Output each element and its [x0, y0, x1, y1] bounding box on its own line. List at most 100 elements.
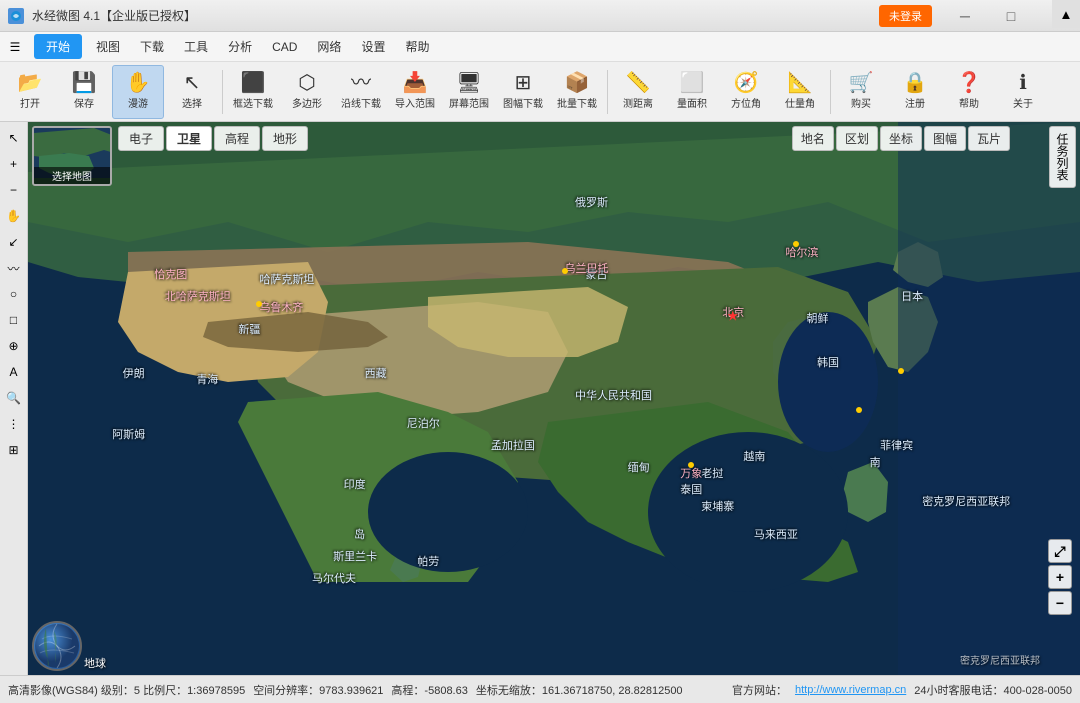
left-tool-12[interactable]: ⋮: [2, 412, 26, 436]
tool-pan[interactable]: ✋ 漫游: [112, 65, 164, 119]
city-dot-okinawa: [856, 407, 862, 413]
left-tool-8[interactable]: □: [2, 308, 26, 332]
mini-map[interactable]: 选择地图: [32, 126, 112, 186]
tool-box-download[interactable]: ⬛ 框选下载: [227, 65, 279, 119]
measure-area-icon: ⬜: [680, 73, 705, 93]
tab-district[interactable]: 区划: [836, 126, 878, 151]
screen-range-icon: 🖥: [456, 73, 481, 93]
map-type-tabs: 电子 卫星 高程 地形: [118, 126, 800, 151]
menu-tools[interactable]: 工具: [174, 34, 218, 59]
toolbar: 📂 打开 💾 保存 ✋ 漫游 ↖ 选择 ⬛ 框选下载 ⬡ 多边形 〰 沿线下载 …: [0, 62, 1080, 122]
tool-screen-label: 屏幕范围: [449, 95, 489, 110]
status-website-label: 官方网站：: [732, 682, 787, 698]
menu-settings[interactable]: 设置: [351, 34, 395, 59]
select-icon: ↖: [184, 73, 201, 93]
left-tool-4[interactable]: ✋: [2, 204, 26, 228]
globe-label: 地球: [84, 655, 106, 671]
register-icon: 🔒: [903, 73, 928, 93]
tool-save-label: 保存: [74, 95, 94, 110]
tool-batch-download[interactable]: 📦 批量下载: [551, 65, 603, 119]
left-tool-3[interactable]: −: [2, 178, 26, 202]
left-panel: ↖ + − ✋ ↙ 〰 ○ □ ⊕ A 🔍 ⋮ ⊞: [0, 122, 28, 675]
tool-import-range[interactable]: 📥 导入范围: [389, 65, 441, 119]
tool-line-download[interactable]: 〰 沿线下载: [335, 65, 387, 119]
expand-map-button[interactable]: ⤢: [1048, 539, 1072, 563]
toolbar-separator-3: [830, 70, 831, 114]
tab-coordinates[interactable]: 坐标: [880, 126, 922, 151]
tab-elevation[interactable]: 高程: [214, 126, 260, 151]
left-tool-1[interactable]: ↖: [2, 126, 26, 150]
menubar: ☰ 开始 视图 下载 工具 分析 CAD 网络 设置 帮助: [0, 32, 1080, 62]
sheet-download-icon: ⊞: [515, 73, 532, 93]
tool-buy-label: 购买: [851, 95, 871, 110]
tab-satellite[interactable]: 卫星: [166, 126, 212, 151]
left-tool-7[interactable]: ○: [2, 282, 26, 306]
tool-measure-area[interactable]: ⬜ 量面积: [666, 65, 718, 119]
tool-help-label: 帮助: [959, 95, 979, 110]
open-icon: 📂: [18, 73, 43, 93]
minimize-button[interactable]: ─: [942, 0, 988, 32]
window-title: 水经微图 4.1【企业版已授权】: [32, 7, 196, 24]
tab-terrain[interactable]: 地形: [262, 126, 308, 151]
map-container[interactable]: 选择地图 电子 卫星 高程 地形 地名 区划 坐标 图幅 瓦片 任务列表 俄罗斯…: [28, 122, 1080, 675]
status-resolution: 高清影像(WGS84) 级别：5 比例尺：1:36978595: [8, 682, 245, 698]
tool-select[interactable]: ↖ 选择: [166, 65, 218, 119]
menu-help[interactable]: 帮助: [395, 34, 439, 59]
tool-screen-range[interactable]: 🖥 屏幕范围: [443, 65, 495, 119]
tool-measure-distance[interactable]: 📏 测距离: [612, 65, 664, 119]
tool-angle[interactable]: 📐 仕量角: [774, 65, 826, 119]
left-tool-11[interactable]: 🔍: [2, 386, 26, 410]
import-range-icon: 📥: [403, 73, 428, 93]
globe[interactable]: [32, 621, 82, 671]
tool-help[interactable]: ❓ 帮助: [943, 65, 995, 119]
left-tool-6[interactable]: 〰: [2, 256, 26, 280]
left-tool-9[interactable]: ⊕: [2, 334, 26, 358]
city-dot-japan: [898, 368, 904, 374]
measure-distance-icon: 📏: [626, 73, 651, 93]
status-coords: 坐标无缩放：161.36718750, 28.82812500: [476, 682, 683, 698]
login-button[interactable]: 未登录: [879, 5, 932, 27]
left-tool-5[interactable]: ↙: [2, 230, 26, 254]
pan-icon: ✋: [126, 73, 151, 93]
hamburger-menu[interactable]: ☰: [0, 32, 30, 62]
status-elevation: 高程：-5808.63: [391, 682, 467, 698]
map-copyright: 密克罗尼西亚联邦: [960, 652, 1040, 667]
left-tool-2[interactable]: +: [2, 152, 26, 176]
menu-network[interactable]: 网络: [307, 34, 351, 59]
zoom-in-button[interactable]: +: [1048, 565, 1072, 589]
tool-register[interactable]: 🔒 注册: [889, 65, 941, 119]
maximize-button[interactable]: □: [988, 0, 1034, 32]
menu-download[interactable]: 下载: [130, 34, 174, 59]
tool-save[interactable]: 💾 保存: [58, 65, 110, 119]
tab-sheet[interactable]: 图幅: [924, 126, 966, 151]
collapse-toolbar-button[interactable]: ▲: [1052, 0, 1080, 28]
menu-start[interactable]: 开始: [34, 34, 82, 59]
left-tool-13[interactable]: ⊞: [2, 438, 26, 462]
status-website-link[interactable]: http://www.rivermap.cn: [795, 684, 906, 696]
menu-view[interactable]: 视图: [86, 34, 130, 59]
tool-measure-distance-label: 测距离: [623, 95, 653, 110]
bearing-icon: 🧭: [734, 73, 759, 93]
tab-electronic[interactable]: 电子: [118, 126, 164, 151]
menu-cad[interactable]: CAD: [262, 36, 307, 58]
left-tool-10[interactable]: A: [2, 360, 26, 384]
task-panel-button[interactable]: 任务列表: [1049, 126, 1076, 188]
statusbar: 高清影像(WGS84) 级别：5 比例尺：1:36978595 空间分辨率：97…: [0, 675, 1080, 703]
tool-angle-label: 仕量角: [785, 95, 815, 110]
tool-about[interactable]: ℹ 关于: [997, 65, 1049, 119]
menu-analysis[interactable]: 分析: [218, 34, 262, 59]
tool-select-label: 选择: [182, 95, 202, 110]
tool-sheet-download[interactable]: ⊞ 图幅下载: [497, 65, 549, 119]
tab-tile[interactable]: 瓦片: [968, 126, 1010, 151]
tool-polygon[interactable]: ⬡ 多边形: [281, 65, 333, 119]
tool-bearing[interactable]: 🧭 方位角: [720, 65, 772, 119]
tool-buy[interactable]: 🛒 购买: [835, 65, 887, 119]
mini-map-label: 选择地图: [34, 167, 110, 184]
tool-sheet-label: 图幅下载: [503, 95, 543, 110]
city-dot-harbin: [793, 241, 799, 247]
tool-open[interactable]: 📂 打开: [4, 65, 56, 119]
zoom-out-button[interactable]: −: [1048, 591, 1072, 615]
tool-batch-label: 批量下载: [557, 95, 597, 110]
titlebar: 水经微图 4.1【企业版已授权】 未登录 ─ □ ✕: [0, 0, 1080, 32]
tab-placename[interactable]: 地名: [792, 126, 834, 151]
